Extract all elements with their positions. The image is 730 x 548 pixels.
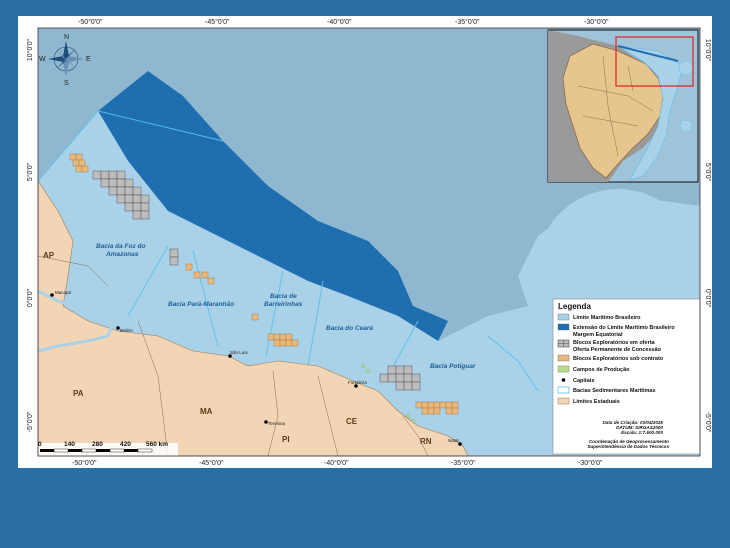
coord-top-45: -45°0'0" xyxy=(205,18,230,26)
coord-right-5: 5°0'0" xyxy=(704,163,712,182)
map-area: Bacia da Foz do Amazonas Bacia Pará-Mara… xyxy=(37,28,701,457)
credit-scale: Escala: 1:7.600.000 xyxy=(621,430,663,435)
state-label-rn: RN xyxy=(420,437,432,446)
coord-top-50: -50°0'0" xyxy=(78,18,103,26)
coordinates-bottom: -50°0'0" -45°0'0" -40°0'0" -35°0'0" -30°… xyxy=(72,459,603,467)
capital-label-sao-luis: São Luís xyxy=(230,350,249,355)
coord-right-m5: -5°0'0" xyxy=(704,412,712,433)
legend-label-capitals: Capitais xyxy=(573,378,594,384)
capital-dot-natal xyxy=(458,442,462,446)
map-frame: Bacia da Foz do Amazonas Bacia Pará-Mara… xyxy=(18,16,712,468)
coord-top-40: -40°0'0" xyxy=(327,18,352,26)
basin-label-barreirinhas-2: Barreirinhas xyxy=(264,301,303,308)
legend-label-extension-2: Margem Equatorial xyxy=(573,332,623,338)
basin-label-barreirinhas: Bacia de xyxy=(270,293,297,300)
state-label-ma: MA xyxy=(200,407,213,416)
state-label-pa: PA xyxy=(73,389,84,398)
capital-label-teresina: Teresina xyxy=(268,421,286,426)
scale-tick-3: 420 xyxy=(120,441,131,448)
basin-label-potiguar: Bacia Potiguar xyxy=(430,363,476,370)
basin-label-para-maranhao: Bacia Pará-Maranhão xyxy=(168,301,234,308)
capital-label-natal: Natal xyxy=(448,438,459,443)
state-label-ce: CE xyxy=(346,417,358,426)
scale-tick-1: 140 xyxy=(64,441,75,448)
capital-label-macapa: Macapá xyxy=(55,290,72,295)
legend-swatch-fields xyxy=(557,365,570,373)
legend-swatch-offered xyxy=(557,339,570,348)
legend-symbol-capital xyxy=(561,378,566,382)
coord-top-35: -35°0'0" xyxy=(455,18,480,26)
state-label-ap: AP xyxy=(43,251,55,260)
legend-swatch-extension xyxy=(557,323,570,331)
legend: Legenda Limite Marítimo Brasileiro Exten… xyxy=(552,298,701,455)
legend-label-offered-2: Oferta Permanente de Concessão xyxy=(573,347,662,353)
inset-map xyxy=(547,29,699,183)
legend-title: Legenda xyxy=(558,302,591,311)
coord-right-10: 10°0'0" xyxy=(704,39,712,62)
legend-swatch-states xyxy=(557,397,570,405)
scale-tick-2: 280 xyxy=(92,441,103,448)
coord-bottom-35: -35°0'0" xyxy=(451,459,476,467)
legend-label-offered: Blocos Exploratórios em oferta xyxy=(573,340,656,346)
basin-label-foz-amazonas: Bacia da Foz do xyxy=(96,243,146,250)
legend-label-extension: Extensão do Limite Marítimo Brasileiro xyxy=(573,325,675,331)
legend-swatch-contract xyxy=(557,354,570,362)
coord-left-10: 10°0'0" xyxy=(26,38,34,61)
scale-bar: 0 140 280 420 560 km xyxy=(38,441,178,456)
scale-tick-0: 0 xyxy=(38,441,42,448)
compass-west: W xyxy=(39,56,46,63)
coord-bottom-30: -30°0'0" xyxy=(578,459,603,467)
coordinates-top: -50°0'0" -45°0'0" -40°0'0" -35°0'0" -30°… xyxy=(78,18,609,26)
scale-tick-4: 560 km xyxy=(146,441,168,448)
coord-left-5: 5°0'0" xyxy=(26,162,34,181)
coord-bottom-40: -40°0'0" xyxy=(324,459,349,467)
compass-north: N xyxy=(64,34,69,41)
coordinates-left: 10°0'0" 5°0'0" 0°0'0" -5°0'0" xyxy=(26,38,34,432)
legend-label-limit: Limite Marítimo Brasileiro xyxy=(573,315,641,321)
credit-org2: Superintendência de Dados Técnicos xyxy=(587,444,669,449)
coord-bottom-50: -50°0'0" xyxy=(72,459,97,467)
state-label-pi: PI xyxy=(282,435,290,444)
legend-label-fields: Campos de Produção xyxy=(573,367,630,373)
capital-label-fortaleza: Fortaleza xyxy=(348,380,367,385)
coord-left-m5: -5°0'0" xyxy=(26,411,34,432)
coord-right-0: 0°0'0" xyxy=(704,289,712,308)
capital-dot-macapa xyxy=(50,293,54,297)
compass-south: S xyxy=(64,80,69,87)
coordinates-right: 10°0'0" 5°0'0" 0°0'0" -5°0'0" xyxy=(704,39,712,433)
basin-label-ceara: Bacia do Ceará xyxy=(326,325,373,332)
legend-swatch-limit xyxy=(557,313,570,321)
coord-bottom-45: -45°0'0" xyxy=(199,459,224,467)
coord-top-30: -30°0'0" xyxy=(584,18,609,26)
legend-label-basins: Bacias Sedimentares Marítimas xyxy=(573,388,656,394)
compass-east: E xyxy=(86,56,91,63)
legend-label-states: Limites Estaduais xyxy=(573,399,620,405)
legend-swatch-basins xyxy=(557,386,570,394)
legend-label-contract: Blocos Exploratórios sob contrato xyxy=(573,356,664,362)
capital-label-belem: Belém xyxy=(120,328,133,333)
basin-label-foz-amazonas-2: Amazonas xyxy=(105,251,139,258)
coord-left-0: 0°0'0" xyxy=(26,288,34,307)
